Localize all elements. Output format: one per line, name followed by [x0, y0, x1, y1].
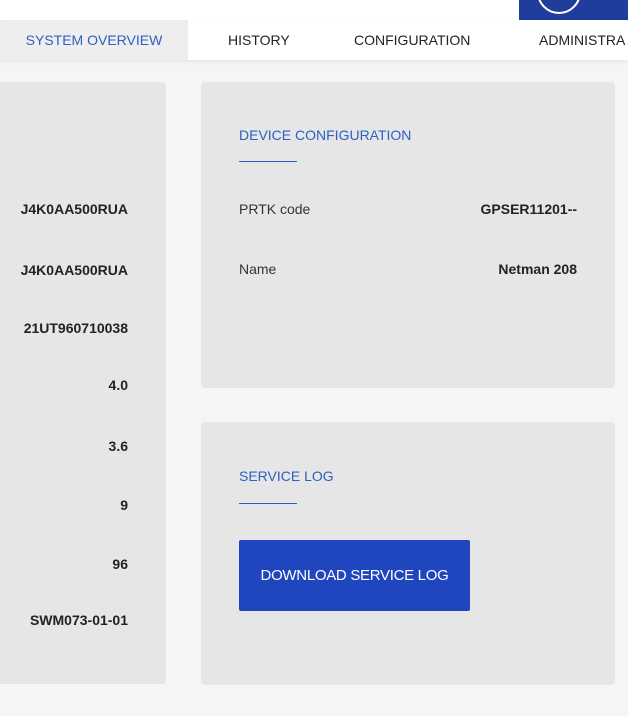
service-log-title: SERVICE LOG	[239, 468, 334, 484]
info-value-serial-1: J4K0AA500RUA	[20, 201, 128, 217]
device-configuration-title: DEVICE CONFIGURATION	[239, 127, 412, 143]
logo-ring-icon	[537, 0, 581, 14]
system-info-values: J4K0AA500RUA J4K0AA500RUA 21UT960710038 …	[0, 82, 166, 684]
main-tab-bar: SYSTEM OVERVIEW HISTORY CONFIGURATION AD…	[0, 20, 628, 60]
info-value-version-1: 4.0	[108, 377, 128, 393]
device-configuration-underline	[239, 161, 297, 162]
info-value-count-1: 9	[120, 497, 128, 513]
service-log-underline	[239, 503, 297, 504]
tab-system-overview[interactable]: SYSTEM OVERVIEW	[0, 20, 188, 60]
download-service-log-button[interactable]: DOWNLOAD SERVICE LOG	[239, 540, 470, 611]
info-value-serial-2: J4K0AA500RUA	[20, 262, 128, 278]
tab-history[interactable]: HISTORY	[228, 20, 290, 60]
service-log-panel: SERVICE LOG DOWNLOAD SERVICE LOG	[201, 422, 615, 685]
brand-logo	[519, 0, 628, 20]
name-value: Netman 208	[498, 261, 577, 277]
info-value-firmware: SWM073-01-01	[29, 612, 128, 628]
page: SYSTEM OVERVIEW HISTORY CONFIGURATION AD…	[0, 0, 628, 716]
info-value-serial-3: 21UT960710038	[23, 320, 128, 336]
tab-administration[interactable]: ADMINISTRA	[539, 20, 625, 60]
device-configuration-panel: DEVICE CONFIGURATION PRTK code GPSER1120…	[201, 82, 615, 388]
info-value-count-2: 96	[112, 556, 128, 572]
tab-configuration[interactable]: CONFIGURATION	[354, 20, 470, 60]
prtk-code-label: PRTK code	[239, 201, 311, 217]
info-value-version-2: 3.6	[108, 438, 128, 454]
name-label: Name	[239, 261, 277, 277]
prtk-code-value: GPSER11201--	[480, 201, 578, 217]
